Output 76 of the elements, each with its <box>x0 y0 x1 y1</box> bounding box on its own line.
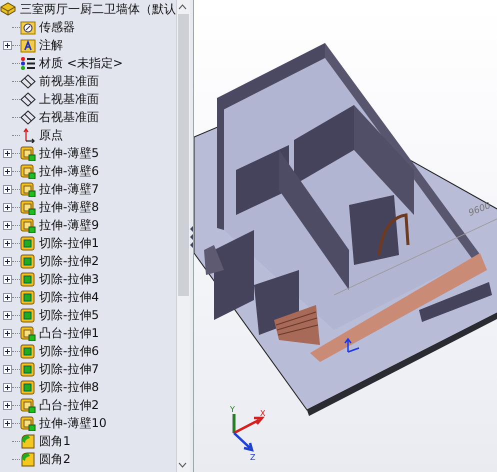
extrude-icon <box>20 164 36 178</box>
cut-extrude-icon <box>20 308 36 322</box>
tree-item[interactable]: 切除-拉伸1 <box>0 234 176 252</box>
tree-item[interactable]: 注解 <box>0 36 176 54</box>
cut-extrude-icon <box>20 272 36 286</box>
extrude-icon <box>20 200 36 214</box>
folder-gauge-icon <box>20 20 36 34</box>
tree-item[interactable]: 传感器 <box>0 18 176 36</box>
tree-item[interactable]: 拉伸-薄壁5 <box>0 144 176 162</box>
expand-icon[interactable] <box>3 292 12 302</box>
tree-item[interactable]: 前视基准面 <box>0 72 176 90</box>
tree-item[interactable]: 拉伸-薄壁7 <box>0 180 176 198</box>
extrude-icon <box>20 182 36 196</box>
expand-icon[interactable] <box>3 40 12 50</box>
expand-icon[interactable] <box>3 310 12 320</box>
material-icon <box>20 56 36 70</box>
tree-item[interactable]: 材质 <未指定> <box>0 54 176 72</box>
expand-icon[interactable] <box>3 148 12 158</box>
tree-item[interactable]: 凸台-拉伸1 <box>0 324 176 342</box>
collapse-arrows-icon[interactable] <box>190 224 193 248</box>
tree-item[interactable]: 三室两厅一厨二卫墙体（默认 <box>0 0 176 18</box>
tree-item[interactable]: 拉伸-薄壁9 <box>0 216 176 234</box>
plane-icon <box>20 92 36 106</box>
expand-icon[interactable] <box>3 220 12 230</box>
expand-icon[interactable] <box>3 328 12 338</box>
tree-item[interactable]: 切除-拉伸4 <box>0 288 176 306</box>
tree-item[interactable]: 切除-拉伸2 <box>0 252 176 270</box>
tree-item[interactable]: 切除-拉伸8 <box>0 378 176 396</box>
axis-label: Z <box>250 453 256 462</box>
expand-icon[interactable] <box>3 184 12 194</box>
expand-icon[interactable] <box>3 238 12 248</box>
cut-extrude-icon <box>20 236 36 250</box>
cut-extrude-icon <box>20 344 36 358</box>
tree-item[interactable]: 上视基准面 <box>0 90 176 108</box>
expand-icon[interactable] <box>3 400 12 410</box>
expand-icon[interactable] <box>3 382 12 392</box>
extrude-icon <box>20 146 36 160</box>
plane-icon <box>20 110 36 124</box>
extrude-icon <box>20 326 36 340</box>
axis-triad-icon <box>232 414 265 452</box>
cut-extrude-icon <box>20 362 36 376</box>
extrude-icon <box>20 218 36 232</box>
tree-item[interactable]: 拉伸-薄壁6 <box>0 162 176 180</box>
tree-item[interactable]: 拉伸-薄壁10 <box>0 414 176 432</box>
cut-extrude-icon <box>20 380 36 394</box>
tree-item[interactable]: 切除-拉伸3 <box>0 270 176 288</box>
expand-icon[interactable] <box>3 256 12 266</box>
tree-item[interactable]: 拉伸-薄壁8 <box>0 198 176 216</box>
tree-item[interactable]: 凸台-拉伸2 <box>0 396 176 414</box>
tree-item[interactable]: 原点 <box>0 126 176 144</box>
axis-label: Y <box>230 405 235 414</box>
tree-item[interactable]: 切除-拉伸5 <box>0 306 176 324</box>
fillet-icon <box>20 434 36 448</box>
expand-icon[interactable] <box>3 274 12 284</box>
expand-icon[interactable] <box>3 418 12 428</box>
origin-triad-icon <box>344 338 360 353</box>
tree-item[interactable]: 右视基准面 <box>0 108 176 126</box>
expand-icon[interactable] <box>3 166 12 176</box>
tree-item[interactable]: 切除-拉伸6 <box>0 342 176 360</box>
cut-extrude-icon <box>20 290 36 304</box>
extrude-icon <box>20 398 36 412</box>
dimension-label: 9600 <box>467 200 492 219</box>
part-icon <box>0 2 16 16</box>
expand-icon[interactable] <box>3 346 12 356</box>
expand-icon[interactable] <box>3 202 12 212</box>
fillet-icon <box>20 452 36 466</box>
folder-letter-icon <box>20 38 36 52</box>
scrollbar[interactable] <box>176 0 190 472</box>
tree-item[interactable]: 圆角1 <box>0 432 176 450</box>
plane-icon <box>20 74 36 88</box>
tree-item[interactable]: 圆角2 <box>0 450 176 468</box>
expand-icon[interactable] <box>3 364 12 374</box>
tree-item[interactable]: 切除-拉伸7 <box>0 360 176 378</box>
extrude-icon <box>20 416 36 430</box>
axis-label: X <box>260 409 266 418</box>
cut-extrude-icon <box>20 254 36 268</box>
